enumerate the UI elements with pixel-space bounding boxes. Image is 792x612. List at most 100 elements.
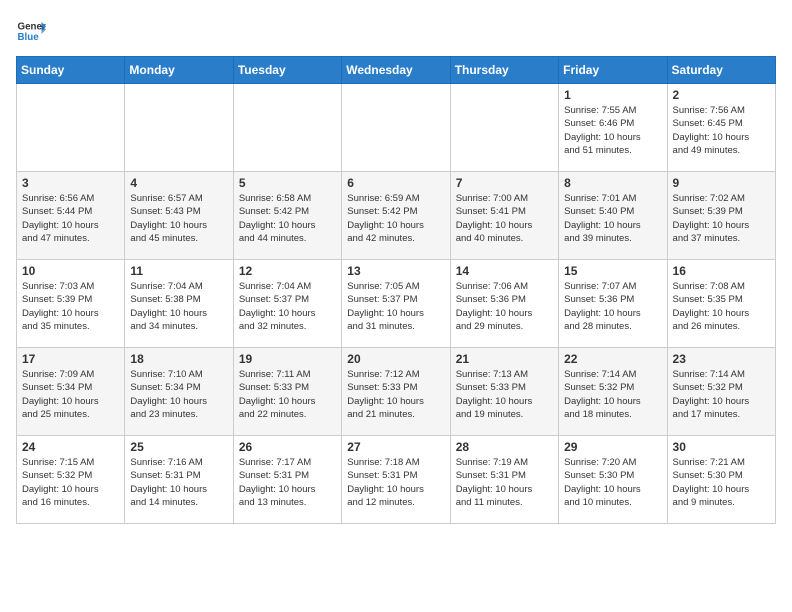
weekday-header-wednesday: Wednesday <box>342 57 450 84</box>
day-info: Sunrise: 7:16 AM Sunset: 5:31 PM Dayligh… <box>130 456 227 509</box>
day-info: Sunrise: 7:01 AM Sunset: 5:40 PM Dayligh… <box>564 192 661 245</box>
calendar-cell: 1 Sunrise: 7:55 AM Sunset: 6:46 PM Daylig… <box>559 84 667 172</box>
day-number: 2 <box>673 88 770 102</box>
logo-icon: General Blue <box>16 16 46 46</box>
calendar-cell: 4 Sunrise: 6:57 AM Sunset: 5:43 PM Daylig… <box>125 172 233 260</box>
calendar-cell: 5 Sunrise: 6:58 AM Sunset: 5:42 PM Daylig… <box>233 172 341 260</box>
weekday-header-tuesday: Tuesday <box>233 57 341 84</box>
day-number: 29 <box>564 440 661 454</box>
calendar-cell: 23 Sunrise: 7:14 AM Sunset: 5:32 PM Dayli… <box>667 348 775 436</box>
day-info: Sunrise: 7:20 AM Sunset: 5:30 PM Dayligh… <box>564 456 661 509</box>
calendar-cell: 13 Sunrise: 7:05 AM Sunset: 5:37 PM Dayli… <box>342 260 450 348</box>
day-number: 5 <box>239 176 336 190</box>
calendar-cell: 6 Sunrise: 6:59 AM Sunset: 5:42 PM Daylig… <box>342 172 450 260</box>
day-number: 7 <box>456 176 553 190</box>
day-info: Sunrise: 7:14 AM Sunset: 5:32 PM Dayligh… <box>673 368 770 421</box>
day-number: 6 <box>347 176 444 190</box>
calendar-cell: 26Sunrise: 7:17 AM Sunset: 5:31 PM Dayli… <box>233 436 341 524</box>
calendar-cell: 18 Sunrise: 7:10 AM Sunset: 5:34 PM Dayli… <box>125 348 233 436</box>
day-info: Sunrise: 6:57 AM Sunset: 5:43 PM Dayligh… <box>130 192 227 245</box>
calendar-cell: 14 Sunrise: 7:06 AM Sunset: 5:36 PM Dayli… <box>450 260 558 348</box>
day-number: 28 <box>456 440 553 454</box>
day-number: 1 <box>564 88 661 102</box>
day-info: Sunrise: 7:12 AM Sunset: 5:33 PM Dayligh… <box>347 368 444 421</box>
day-info: Sunrise: 7:18 AM Sunset: 5:31 PM Dayligh… <box>347 456 444 509</box>
day-number: 11 <box>130 264 227 278</box>
calendar-cell: 24 Sunrise: 7:15 AM Sunset: 5:32 PM Dayli… <box>17 436 125 524</box>
day-number: 17 <box>22 352 119 366</box>
day-number: 27 <box>347 440 444 454</box>
day-info: Sunrise: 7:21 AM Sunset: 5:30 PM Dayligh… <box>673 456 770 509</box>
day-info: Sunrise: 7:02 AM Sunset: 5:39 PM Dayligh… <box>673 192 770 245</box>
day-number: 18 <box>130 352 227 366</box>
day-info: Sunrise: 7:13 AM Sunset: 5:33 PM Dayligh… <box>456 368 553 421</box>
calendar-cell <box>233 84 341 172</box>
calendar-cell: 27 Sunrise: 7:18 AM Sunset: 5:31 PM Dayli… <box>342 436 450 524</box>
day-number: 21 <box>456 352 553 366</box>
day-info: Sunrise: 7:19 AM Sunset: 5:31 PM Dayligh… <box>456 456 553 509</box>
calendar-cell: 25 Sunrise: 7:16 AM Sunset: 5:31 PM Dayli… <box>125 436 233 524</box>
day-info: Sunrise: 7:05 AM Sunset: 5:37 PM Dayligh… <box>347 280 444 333</box>
day-number: 8 <box>564 176 661 190</box>
day-number: 4 <box>130 176 227 190</box>
day-info: Sunrise: 7:04 AM Sunset: 5:37 PM Dayligh… <box>239 280 336 333</box>
calendar-cell: 10 Sunrise: 7:03 AM Sunset: 5:39 PM Dayli… <box>17 260 125 348</box>
day-info: Sunrise: 7:56 AM Sunset: 6:45 PM Dayligh… <box>673 104 770 157</box>
day-number: 10 <box>22 264 119 278</box>
day-number: 15 <box>564 264 661 278</box>
day-number: 14 <box>456 264 553 278</box>
weekday-header-monday: Monday <box>125 57 233 84</box>
calendar-cell: 8 Sunrise: 7:01 AM Sunset: 5:40 PM Daylig… <box>559 172 667 260</box>
calendar-cell: 29 Sunrise: 7:20 AM Sunset: 5:30 PM Dayli… <box>559 436 667 524</box>
weekday-header-saturday: Saturday <box>667 57 775 84</box>
day-info: Sunrise: 7:06 AM Sunset: 5:36 PM Dayligh… <box>456 280 553 333</box>
day-info: Sunrise: 7:14 AM Sunset: 5:32 PM Dayligh… <box>564 368 661 421</box>
day-info: Sunrise: 7:17 AM Sunset: 5:31 PM Dayligh… <box>239 456 336 509</box>
day-number: 25 <box>130 440 227 454</box>
calendar-cell: 9 Sunrise: 7:02 AM Sunset: 5:39 PM Daylig… <box>667 172 775 260</box>
calendar-cell: 3 Sunrise: 6:56 AM Sunset: 5:44 PM Daylig… <box>17 172 125 260</box>
day-info: Sunrise: 6:58 AM Sunset: 5:42 PM Dayligh… <box>239 192 336 245</box>
calendar-cell <box>125 84 233 172</box>
calendar-cell <box>17 84 125 172</box>
svg-text:Blue: Blue <box>18 32 40 43</box>
calendar-cell: 28 Sunrise: 7:19 AM Sunset: 5:31 PM Dayli… <box>450 436 558 524</box>
day-info: Sunrise: 6:59 AM Sunset: 5:42 PM Dayligh… <box>347 192 444 245</box>
day-info: Sunrise: 7:10 AM Sunset: 5:34 PM Dayligh… <box>130 368 227 421</box>
day-number: 16 <box>673 264 770 278</box>
calendar-cell: 12 Sunrise: 7:04 AM Sunset: 5:37 PM Dayli… <box>233 260 341 348</box>
logo: General Blue <box>16 16 46 46</box>
day-number: 23 <box>673 352 770 366</box>
weekday-header-friday: Friday <box>559 57 667 84</box>
day-number: 9 <box>673 176 770 190</box>
calendar-cell: 15 Sunrise: 7:07 AM Sunset: 5:36 PM Dayli… <box>559 260 667 348</box>
day-info: Sunrise: 7:04 AM Sunset: 5:38 PM Dayligh… <box>130 280 227 333</box>
day-number: 19 <box>239 352 336 366</box>
calendar-cell: 2 Sunrise: 7:56 AM Sunset: 6:45 PM Daylig… <box>667 84 775 172</box>
day-info: Sunrise: 7:55 AM Sunset: 6:46 PM Dayligh… <box>564 104 661 157</box>
calendar-cell: 11 Sunrise: 7:04 AM Sunset: 5:38 PM Dayli… <box>125 260 233 348</box>
calendar-cell: 20 Sunrise: 7:12 AM Sunset: 5:33 PM Dayli… <box>342 348 450 436</box>
calendar-cell: 21 Sunrise: 7:13 AM Sunset: 5:33 PM Dayli… <box>450 348 558 436</box>
day-info: Sunrise: 7:00 AM Sunset: 5:41 PM Dayligh… <box>456 192 553 245</box>
day-info: Sunrise: 7:03 AM Sunset: 5:39 PM Dayligh… <box>22 280 119 333</box>
header: General Blue <box>16 16 776 46</box>
day-number: 3 <box>22 176 119 190</box>
day-info: Sunrise: 6:56 AM Sunset: 5:44 PM Dayligh… <box>22 192 119 245</box>
day-number: 20 <box>347 352 444 366</box>
day-number: 12 <box>239 264 336 278</box>
weekday-header-sunday: Sunday <box>17 57 125 84</box>
day-info: Sunrise: 7:08 AM Sunset: 5:35 PM Dayligh… <box>673 280 770 333</box>
day-info: Sunrise: 7:15 AM Sunset: 5:32 PM Dayligh… <box>22 456 119 509</box>
day-info: Sunrise: 7:09 AM Sunset: 5:34 PM Dayligh… <box>22 368 119 421</box>
day-number: 30 <box>673 440 770 454</box>
day-number: 13 <box>347 264 444 278</box>
day-number: 24 <box>22 440 119 454</box>
calendar-table: SundayMondayTuesdayWednesdayThursdayFrid… <box>16 56 776 524</box>
day-info: Sunrise: 7:07 AM Sunset: 5:36 PM Dayligh… <box>564 280 661 333</box>
day-info: Sunrise: 7:11 AM Sunset: 5:33 PM Dayligh… <box>239 368 336 421</box>
calendar-cell: 19 Sunrise: 7:11 AM Sunset: 5:33 PM Dayli… <box>233 348 341 436</box>
calendar-cell: 16 Sunrise: 7:08 AM Sunset: 5:35 PM Dayli… <box>667 260 775 348</box>
calendar-cell <box>450 84 558 172</box>
calendar-cell: 22Sunrise: 7:14 AM Sunset: 5:32 PM Dayli… <box>559 348 667 436</box>
